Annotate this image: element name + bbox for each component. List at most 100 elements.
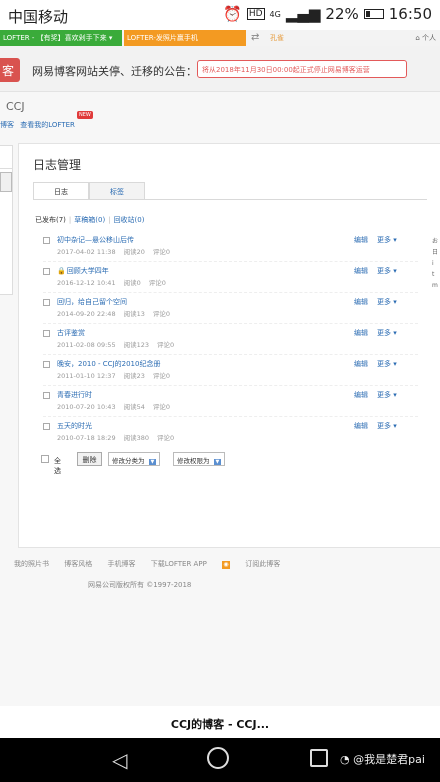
post-checkbox[interactable] (43, 361, 50, 368)
more-menu[interactable]: 更多 ▾ (377, 297, 397, 307)
post-title: 回顾大学四年 (66, 267, 109, 275)
post-reads: 阅读0 (123, 279, 141, 287)
battery-icon (363, 9, 384, 19)
status-bar: 中国移动 ⏰ HD 4G ▂▄▆ 22% 16:50 (0, 0, 440, 30)
post-row: 青春进行时 2010-07-20 10:43 阅读54 评论0 编辑 更多 ▾ (43, 390, 418, 420)
subscribe-label: 订阅此博客 (245, 560, 281, 568)
post-reads: 阅读23 (123, 372, 145, 380)
notice-text: 网易博客网站关停、迁移的公告： (32, 65, 197, 78)
footer-link-lofter-app[interactable]: 下载LOFTER APP (151, 560, 207, 568)
post-checkbox[interactable] (43, 299, 50, 306)
clock: 16:50 (388, 5, 432, 23)
row-divider (43, 261, 418, 262)
lock-icon: 🔒 (57, 267, 66, 275)
post-title[interactable]: 青春进行时 (57, 390, 92, 400)
footer-link-mobile[interactable]: 手机博客 (107, 560, 135, 568)
post-date: 2010-07-18 18:29 (57, 434, 116, 442)
post-checkbox[interactable] (43, 330, 50, 337)
lofter-top-strip: LOFTER - 【有奖】喜欢剁手下来 ▾ LOFTER-发照片赢手机 ⇄ 孔雀… (0, 30, 440, 46)
more-menu[interactable]: 更多 ▾ (377, 390, 397, 400)
topbar-link-middle[interactable]: 孔雀 (270, 33, 284, 43)
post-date: 2016-12-12 10:41 (57, 279, 116, 287)
post-row: 初中杂记—悬公移山后传 2017-04-02 11:38 阅读20 评论0 编辑 更… (43, 235, 418, 265)
change-category-select[interactable]: 修改分类为 ▼ (108, 452, 161, 466)
edit-button[interactable]: 编辑 (354, 390, 368, 400)
tab-posts[interactable]: 日志 (33, 182, 89, 200)
edit-button[interactable]: 编辑 (354, 297, 368, 307)
footer-links: 我的照片书 博客风格 手机博客 下载LOFTER APP ◉ 订阅此博客 (14, 559, 306, 569)
change-permission-select[interactable]: 修改权限为 ▼ (173, 452, 226, 466)
post-title-link[interactable]: 🔒回顾大学四年 (57, 266, 109, 276)
post-reads: 阅读54 (123, 403, 145, 411)
sidebar-divider (0, 168, 12, 169)
tab-tags[interactable]: 标签 (89, 182, 145, 200)
home-button-icon[interactable] (207, 747, 229, 769)
post-title[interactable]: 古评鉴赏 (57, 328, 85, 338)
post-reads: 阅读13 (123, 310, 145, 318)
post-row: 回归，给自己留个空间 2014-09-20 22:48 阅读13 评论0 编辑 更多… (43, 297, 418, 327)
row-divider (43, 354, 418, 355)
post-reads: 阅读20 (123, 248, 145, 256)
post-checkbox[interactable] (43, 237, 50, 244)
more-menu[interactable]: 更多 ▾ (377, 421, 397, 431)
recent-apps-icon[interactable] (310, 749, 328, 767)
post-comments: 评论0 (148, 279, 166, 287)
filter-trash[interactable]: 回收站(0) (114, 216, 145, 224)
post-title[interactable]: 晚安，2010 - CCJ的2010纪念册 (57, 359, 160, 369)
select-all-checkbox[interactable] (41, 455, 49, 463)
select-all-label: 全选 (54, 457, 61, 475)
more-menu[interactable]: 更多 ▾ (377, 359, 397, 369)
post-meta: 2014-09-20 22:48 阅读13 评论0 (57, 308, 178, 318)
back-icon[interactable]: ◁ (112, 748, 127, 772)
post-date: 2010-07-20 10:43 (57, 403, 116, 411)
post-date: 2011-02-08 09:55 (57, 341, 116, 349)
footer-link-photobook[interactable]: 我的照片书 (14, 560, 49, 568)
topbar-user-link[interactable]: ⌂ 个人 (415, 33, 436, 43)
post-checkbox[interactable] (43, 423, 50, 430)
post-comments: 评论0 (157, 434, 175, 442)
lofter-link[interactable]: 查看我的LOFTER (20, 121, 75, 129)
post-row: 🔒回顾大学四年 2016-12-12 10:41 阅读0 评论0 编辑 更多 ▾ (43, 266, 418, 296)
post-title[interactable]: 五天的时光 (57, 421, 92, 431)
post-comments: 评论0 (152, 372, 170, 380)
post-meta: 2011-02-08 09:55 阅读123 评论0 (57, 339, 182, 349)
more-menu[interactable]: 更多 ▾ (377, 266, 397, 276)
watermark: ◔ @我是楚君pai (340, 751, 425, 767)
post-meta: 2010-07-18 18:29 阅读380 评论0 (57, 432, 182, 442)
browser-page-title: CCJ的博客 - CCJ... (0, 706, 440, 738)
post-reads: 阅读123 (123, 341, 149, 349)
shuffle-icon[interactable]: ⇄ (251, 32, 259, 43)
post-meta: 2017-04-02 11:38 阅读20 评论0 (57, 246, 178, 256)
more-menu[interactable]: 更多 ▾ (377, 328, 397, 338)
post-filters: 已发布(7) | 草稿箱(0) | 回收站(0) (35, 216, 145, 224)
edit-button[interactable]: 编辑 (354, 359, 368, 369)
android-nav-bar: ◁ ◔ @我是楚君pai (0, 738, 440, 782)
peek-text: お (432, 238, 439, 245)
notice-link[interactable]: 将从2018年11月30日00:00起正式停止网易博客运营 (197, 60, 407, 78)
footer-link-style[interactable]: 博客风格 (64, 560, 92, 568)
post-checkbox[interactable] (43, 392, 50, 399)
edit-button[interactable]: 编辑 (354, 328, 368, 338)
post-title[interactable]: 回归，给自己留个空间 (57, 297, 127, 307)
footer-link-subscribe[interactable]: ◉ 订阅此博客 (222, 560, 293, 569)
more-menu[interactable]: 更多 ▾ (377, 235, 397, 245)
lofter-promo-tab-green[interactable]: LOFTER - 【有奖】喜欢剁手下来 ▾ (0, 30, 122, 46)
blog-link[interactable]: 博客 (0, 121, 14, 129)
lofter-promo-tab-orange[interactable]: LOFTER-发照片赢手机 (124, 30, 246, 46)
edit-button[interactable]: 编辑 (354, 421, 368, 431)
sidebar-item-selected[interactable] (0, 172, 12, 192)
peek-text: 日 (432, 249, 439, 256)
filter-published[interactable]: 已发布(7) (35, 216, 66, 224)
edit-button[interactable]: 编辑 (354, 266, 368, 276)
filter-drafts[interactable]: 草稿箱(0) (74, 216, 105, 224)
post-checkbox[interactable] (43, 268, 50, 275)
edit-button[interactable]: 编辑 (354, 235, 368, 245)
delete-button[interactable]: 删除 (77, 452, 102, 466)
post-meta: 2011-01-10 12:37 阅读23 评论0 (57, 370, 178, 380)
post-title[interactable]: 初中杂记—悬公移山后传 (57, 235, 134, 245)
alarm-icon: ⏰ (223, 5, 242, 23)
post-comments: 评论0 (152, 248, 170, 256)
home-icon: ⌂ (415, 34, 420, 42)
row-divider (43, 416, 418, 417)
post-row: 五天的时光 2010-07-18 18:29 阅读380 评论0 编辑 更多 ▾ (43, 421, 418, 451)
